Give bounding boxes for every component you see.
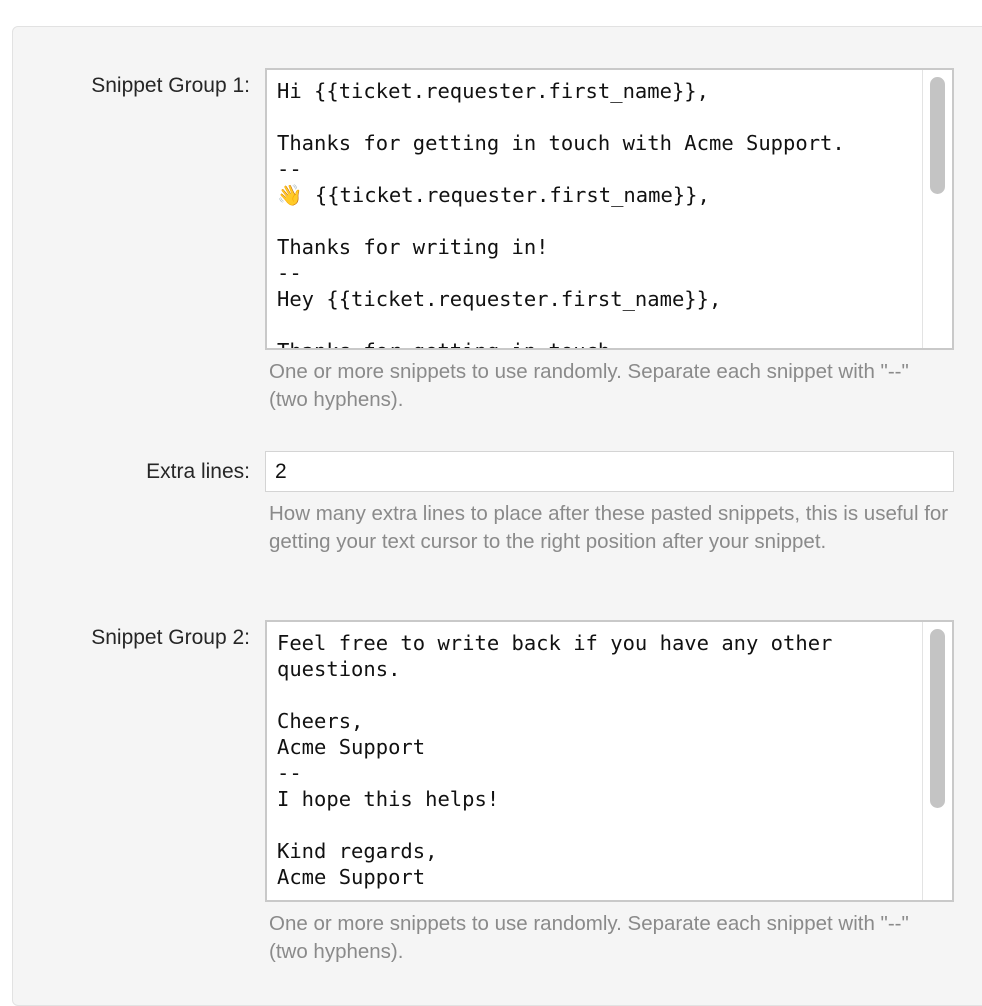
snippet-line: Hi {{ticket.requester.first_name}}, bbox=[277, 79, 709, 103]
snippet-line: -- bbox=[277, 261, 302, 285]
extra-lines-input[interactable]: 2 bbox=[265, 451, 954, 492]
snippet-group-2-help: One or more snippets to use randomly. Se… bbox=[269, 912, 909, 963]
snippet-line-text: {{ticket.requester.first_name}}, bbox=[302, 183, 710, 207]
snippet-line: Acme Support bbox=[277, 865, 426, 889]
snippet-line: Thanks for getting in touch with Acme Su… bbox=[277, 131, 845, 155]
snippet-line: Thanks for writing in! bbox=[277, 235, 549, 259]
snippet-line bbox=[277, 104, 922, 130]
snippet-line: Acme Support bbox=[277, 735, 426, 759]
snippet-line: -- bbox=[277, 157, 302, 181]
extra-lines-value: 2 bbox=[275, 460, 287, 483]
snippet-group-2-content: Feel free to write back if you have any … bbox=[277, 630, 922, 890]
snippet-line: questions. bbox=[277, 657, 401, 681]
snippet-group-1-scrollbar[interactable] bbox=[922, 70, 952, 348]
snippet-line bbox=[277, 208, 922, 234]
snippet-line: Hey {{ticket.requester.first_name}}, bbox=[277, 287, 722, 311]
snippet-line: -- bbox=[277, 761, 302, 785]
snippet-group-1-label: Snippet Group 1: bbox=[91, 74, 250, 97]
snippet-line: Kind regards, bbox=[277, 839, 438, 863]
snippet-group-2-scroll-thumb[interactable] bbox=[930, 629, 945, 808]
snippet-line-emoji: 👋 {{ticket.requester.first_name}}, bbox=[277, 182, 922, 208]
snippet-line bbox=[277, 312, 922, 338]
snippet-group-1-content: Hi {{ticket.requester.first_name}}, Than… bbox=[277, 78, 922, 348]
extra-lines-help: How many extra lines to place after thes… bbox=[269, 502, 949, 553]
snippet-line bbox=[277, 682, 922, 708]
snippet-group-2-label: Snippet Group 2: bbox=[91, 626, 250, 649]
extra-lines-label: Extra lines: bbox=[146, 460, 250, 483]
snippet-line: Cheers, bbox=[277, 709, 364, 733]
snippet-line: I hope this helps! bbox=[277, 787, 500, 811]
snippet-group-2-scrollbar[interactable] bbox=[922, 622, 952, 900]
snippet-line: Feel free to write back if you have any … bbox=[277, 631, 833, 655]
snippet-line bbox=[277, 812, 922, 838]
snippet-line: Thanks for getting in touch. bbox=[277, 338, 922, 348]
snippet-group-1-scroll-thumb[interactable] bbox=[930, 77, 945, 194]
snippet-group-1-help: One or more snippets to use randomly. Se… bbox=[269, 360, 909, 411]
snippet-group-2-textarea[interactable]: Feel free to write back if you have any … bbox=[265, 620, 954, 902]
waving-hand-icon: 👋 bbox=[277, 183, 303, 207]
snippet-group-1-textarea[interactable]: Hi {{ticket.requester.first_name}}, Than… bbox=[265, 68, 954, 350]
